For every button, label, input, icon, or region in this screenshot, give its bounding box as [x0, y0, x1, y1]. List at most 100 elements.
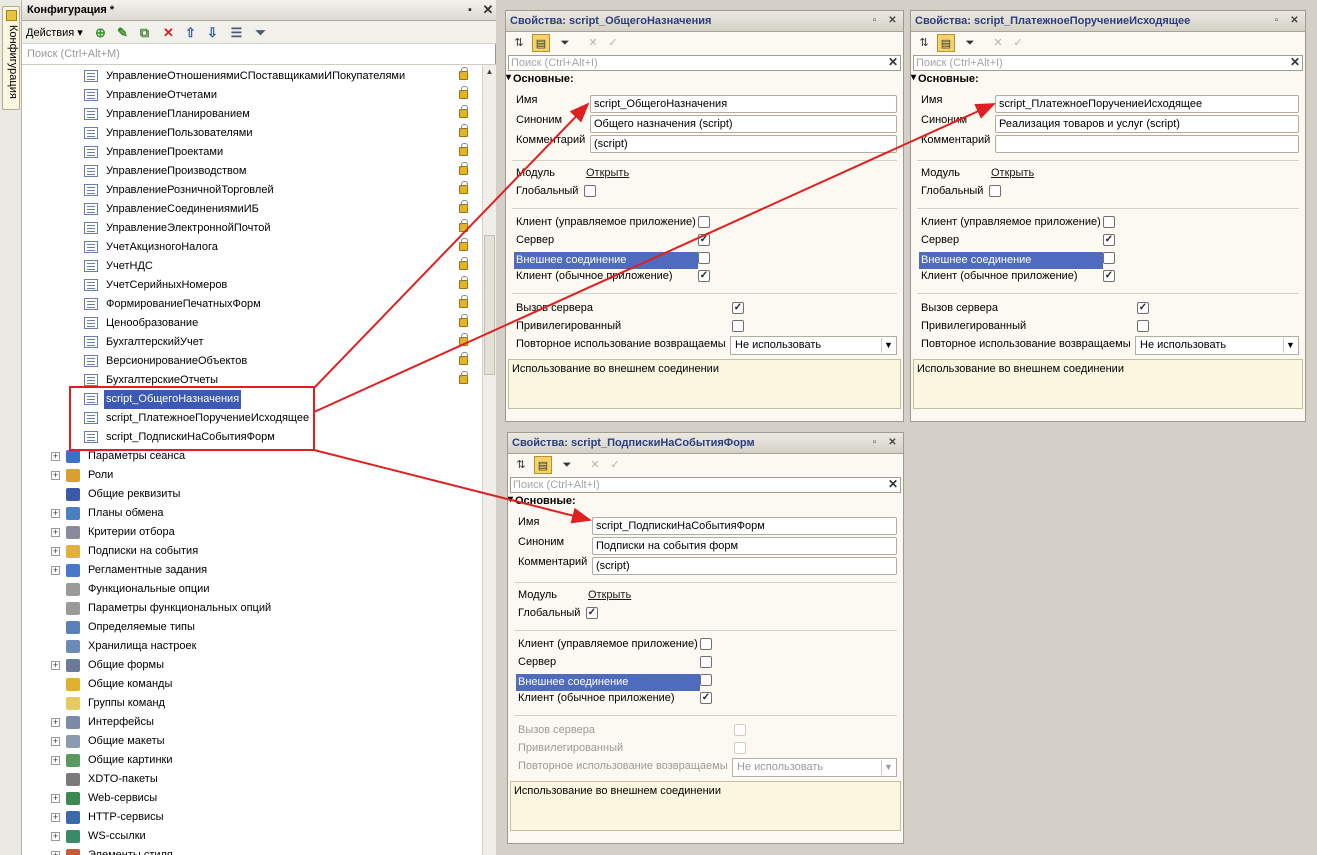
reuse-select[interactable]: Не использовать ▼: [1135, 336, 1299, 355]
name-field[interactable]: script_ОбщегоНазначения: [590, 95, 897, 113]
tree-group-item[interactable]: Хранилища настроек: [22, 637, 422, 656]
tree-group-item[interactable]: + Регламентные задания: [22, 561, 422, 580]
properties-search-input[interactable]: Поиск (Ctrl+Alt+I) ✕: [510, 477, 901, 493]
tree-module-item[interactable]: УправлениеСоединениямиИБ: [84, 200, 474, 219]
client-ordinary-checkbox[interactable]: ✓: [698, 270, 710, 282]
filter-icon[interactable]: ⏷: [558, 456, 576, 474]
tree-module-item[interactable]: УправлениеПроектами: [84, 143, 474, 162]
server-call-checkbox[interactable]: [734, 724, 746, 736]
global-checkbox[interactable]: [989, 185, 1001, 197]
sort-icon[interactable]: ⇅: [512, 456, 530, 474]
sort-icon[interactable]: ⇅: [915, 34, 933, 52]
filter-icon[interactable]: ⏷: [252, 24, 269, 41]
tree-group-item[interactable]: + Роли: [22, 466, 422, 485]
configuration-dock-tab[interactable]: Конфигурация: [2, 6, 20, 110]
filter-icon[interactable]: ⏷: [556, 34, 574, 52]
expand-icon[interactable]: +: [51, 813, 60, 822]
comment-field[interactable]: [995, 135, 1299, 153]
open-module-link[interactable]: Открыть: [991, 167, 1034, 179]
copy-icon[interactable]: ⧉: [136, 24, 153, 41]
tree-group-item[interactable]: + Критерии отбора: [22, 523, 422, 542]
client-ordinary-checkbox[interactable]: ✓: [1103, 270, 1115, 282]
tree-group-item[interactable]: Группы команд: [22, 694, 422, 713]
tree-group-item[interactable]: + WS-ссылки: [22, 827, 422, 846]
synonym-field[interactable]: Подписки на события форм: [592, 537, 897, 555]
server-checkbox[interactable]: ✓: [698, 234, 710, 246]
scroll-thumb[interactable]: [484, 235, 495, 375]
actions-menu[interactable]: Действия ▾: [26, 26, 83, 39]
tree-group-item[interactable]: + Общие картинки: [22, 751, 422, 770]
tree-module-item[interactable]: УправлениеЭлектроннойПочтой: [84, 219, 474, 238]
sort-icon[interactable]: ⇅: [510, 34, 528, 52]
categories-icon[interactable]: ▤: [534, 456, 552, 474]
tree-script-module-item[interactable]: script_ОбщегоНазначения: [84, 390, 384, 409]
tree-module-item[interactable]: УправлениеОтчетами: [84, 86, 474, 105]
expand-icon[interactable]: +: [51, 566, 60, 575]
expand-icon[interactable]: +: [51, 718, 60, 727]
expand-icon[interactable]: +: [51, 452, 60, 461]
edit-icon[interactable]: ✎: [114, 24, 131, 41]
tree-group-item[interactable]: + Общие формы: [22, 656, 422, 675]
privileged-checkbox[interactable]: [734, 742, 746, 754]
properties-search-input[interactable]: Поиск (Ctrl+Alt+I) ✕: [913, 55, 1303, 71]
tree-group-item[interactable]: + Подписки на события: [22, 542, 422, 561]
expand-icon[interactable]: +: [51, 737, 60, 746]
check-icon[interactable]: ✓: [606, 456, 624, 474]
clear-search-icon[interactable]: ✕: [1290, 55, 1300, 69]
open-module-link[interactable]: Открыть: [588, 589, 631, 601]
tree-group-item[interactable]: + Общие макеты: [22, 732, 422, 751]
global-checkbox[interactable]: [584, 185, 596, 197]
tree-script-module-item[interactable]: script_ПодпискиНаСобытияФорм: [84, 428, 384, 447]
clear-icon[interactable]: ✕: [584, 34, 602, 52]
categories-icon[interactable]: ▤: [937, 34, 955, 52]
external-connection-label[interactable]: Внешнее соединение: [919, 252, 1103, 269]
tree-group-item[interactable]: Функциональные опции: [22, 580, 422, 599]
tree-group-item[interactable]: XDTO-пакеты: [22, 770, 422, 789]
expand-icon[interactable]: +: [51, 661, 60, 670]
tree-module-item[interactable]: УправлениеОтношениямиСПоставщикамиИПокуп…: [84, 67, 474, 86]
tree-module-item[interactable]: Ценообразование: [84, 314, 474, 333]
clear-icon[interactable]: ✕: [586, 456, 604, 474]
tree-group-item[interactable]: Определяемые типы: [22, 618, 422, 637]
chevron-down-icon[interactable]: ▼: [1283, 338, 1297, 353]
expand-icon[interactable]: +: [51, 547, 60, 556]
tree-module-item[interactable]: ФормированиеПечатныхФорм: [84, 295, 474, 314]
move-up-icon[interactable]: ⇧: [182, 24, 199, 41]
chevron-down-icon[interactable]: ▼: [881, 338, 895, 353]
add-icon[interactable]: ⊕: [92, 24, 109, 41]
tree-script-module-item[interactable]: script_ПлатежноеПоручениеИсходящее: [84, 409, 384, 428]
external-connection-checkbox[interactable]: [1103, 252, 1115, 264]
tree-group-item[interactable]: Общие реквизиты: [22, 485, 422, 504]
tree-group-item[interactable]: + HTTP-сервисы: [22, 808, 422, 827]
external-connection-checkbox[interactable]: [698, 252, 710, 264]
close-icon[interactable]: ✕: [1288, 14, 1301, 28]
reuse-select[interactable]: Не использовать ▼: [730, 336, 897, 355]
clear-search-icon[interactable]: ✕: [888, 477, 898, 491]
reuse-select[interactable]: Не использовать ▼: [732, 758, 897, 777]
tree-module-item[interactable]: УправлениеПользователями: [84, 124, 474, 143]
tree-group-item[interactable]: + Параметры сеанса: [22, 447, 422, 466]
close-icon[interactable]: ✕: [886, 14, 899, 28]
client-managed-checkbox[interactable]: [700, 638, 712, 650]
tree-group-item[interactable]: + Планы обмена: [22, 504, 422, 523]
expand-icon[interactable]: +: [51, 509, 60, 518]
configuration-search-input[interactable]: Поиск (Ctrl+Alt+M): [22, 44, 496, 65]
list-icon[interactable]: ☰: [228, 24, 245, 41]
categories-icon[interactable]: ▤: [532, 34, 550, 52]
tree-module-item[interactable]: ВерсионированиеОбъектов: [84, 352, 474, 371]
synonym-field[interactable]: Реализация товаров и услуг (script): [995, 115, 1299, 133]
check-icon[interactable]: ✓: [1009, 34, 1027, 52]
check-icon[interactable]: ✓: [604, 34, 622, 52]
server-checkbox[interactable]: [700, 656, 712, 668]
comment-field[interactable]: (script): [592, 557, 897, 575]
privileged-checkbox[interactable]: [732, 320, 744, 332]
pin-icon[interactable]: ▫: [1270, 14, 1283, 28]
privileged-checkbox[interactable]: [1137, 320, 1149, 332]
client-ordinary-checkbox[interactable]: ✓: [700, 692, 712, 704]
external-connection-label[interactable]: Внешнее соединение: [516, 674, 700, 691]
name-field[interactable]: script_ПодпискиНаСобытияФорм: [592, 517, 897, 535]
tree-group-item[interactable]: Общие команды: [22, 675, 422, 694]
pin-icon[interactable]: ▫: [868, 436, 881, 450]
tree-module-item[interactable]: УчетНДС: [84, 257, 474, 276]
tree-module-item[interactable]: УправлениеПроизводством: [84, 162, 474, 181]
